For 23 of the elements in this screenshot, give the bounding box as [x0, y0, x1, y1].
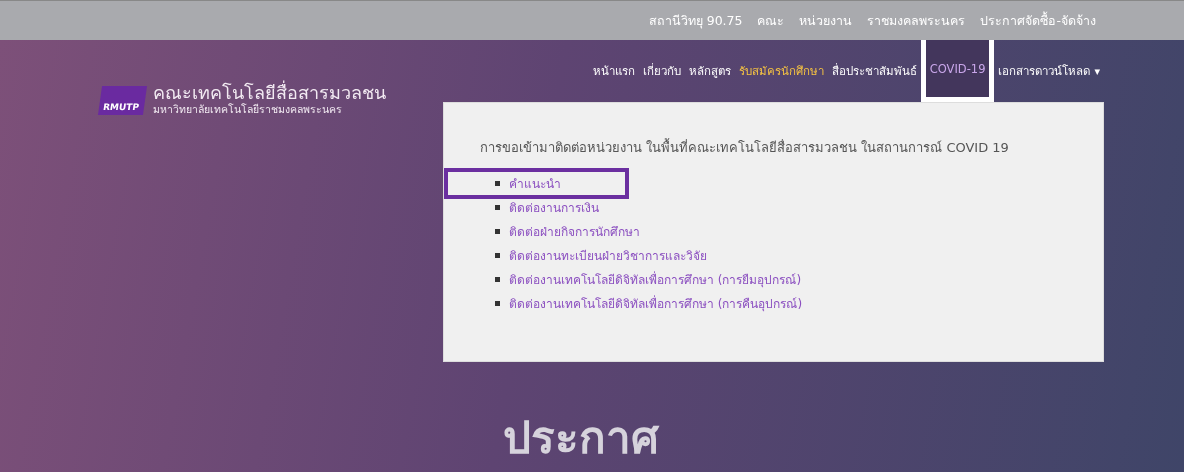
menu-link[interactable]: คำแนะนำ — [509, 174, 561, 193]
bullet-icon — [495, 300, 500, 306]
bullet-icon — [495, 181, 500, 186]
headline: ประกาศ — [503, 411, 659, 465]
nav-item[interactable]: หลักสูตร — [684, 40, 735, 102]
menu-link[interactable]: ติดต่องานเทคโนโลยีดิจิทัลเพื่อการศึกษา (การคืนอุปกรณ์) — [509, 293, 803, 313]
bullet-icon — [495, 204, 500, 210]
dropdown-heading: การขอเข้ามาติดต่อหน่วยงาน ในพื้นที่คณะเทคโนโลยีสื่อสารมวลชน ในสถานการณ์ COVID 19 — [479, 137, 1010, 157]
nav-item[interactable]: สื่อประชาสัมพันธ์ — [827, 40, 921, 102]
nav-item[interactable]: เกี่ยวกับ — [638, 40, 685, 102]
menu-link[interactable]: ติดต่องานเทคโนโลยีดิจิทัลเพื่อการศึกษา (การยืมอุปกรณ์) — [509, 269, 802, 289]
bullet-icon — [495, 228, 500, 234]
nav-item[interactable]: เอกสารดาวน์โหลด ▾ — [994, 40, 1104, 102]
menu-link[interactable]: ติดต่องานการเงิน — [509, 197, 599, 217]
site-subtitle: มหาวิทยาลัยเทคโนโลยีราชมงคลพระนคร — [152, 103, 343, 115]
bullet-icon — [495, 252, 500, 258]
menu-link[interactable]: ติดต่อฝ่ายกิจการนักศึกษา — [509, 221, 640, 241]
nav-item[interactable]: COVID-19 — [920, 40, 995, 102]
nav-item[interactable]: รับสมัครนักศึกษา — [734, 40, 828, 102]
bullet-icon — [495, 276, 500, 282]
nav-item[interactable]: หน้าแรก — [588, 40, 639, 102]
logo-badge[interactable]: RMUTP — [97, 86, 147, 115]
menu-link[interactable]: ติดต่องานทะเบียนฝ่ายวิชาการและวิจัย — [509, 245, 707, 265]
